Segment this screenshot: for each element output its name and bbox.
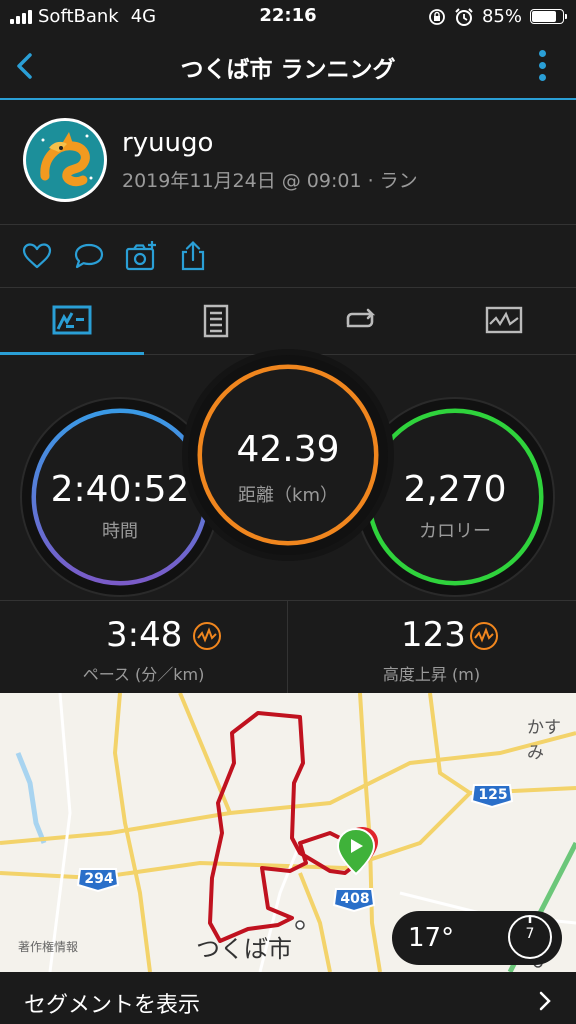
- heart-icon: [22, 243, 52, 269]
- add-photo-icon: [125, 241, 156, 271]
- dragon-avatar-icon: [26, 121, 104, 199]
- show-segments-row[interactable]: セグメントを表示: [0, 972, 576, 1024]
- details-icon: [203, 304, 229, 338]
- alarm-icon: [455, 7, 473, 26]
- route-path: [208, 711, 357, 943]
- tab-bar: [0, 288, 576, 355]
- status-right: 85%: [428, 6, 567, 27]
- tab-stats[interactable]: [0, 288, 144, 355]
- place-label: かすみ: [527, 718, 561, 763]
- calories-label: カロリー: [419, 521, 491, 542]
- battery-icon: [530, 9, 567, 24]
- calories-value: 2,270: [403, 469, 507, 510]
- time-value: 2:40:52: [50, 469, 190, 510]
- poi-dot: [295, 920, 305, 930]
- tab-details[interactable]: [144, 288, 288, 354]
- elevation-chart-icon: [470, 622, 498, 650]
- more-vertical-icon: [532, 50, 552, 81]
- distance-label: 距離（km）: [238, 485, 338, 506]
- route-number-408: 408: [340, 891, 370, 907]
- like-button[interactable]: [20, 239, 54, 273]
- show-segments-label: セグメントを表示: [24, 993, 201, 1018]
- more-menu-button[interactable]: [532, 46, 552, 86]
- temperature-value: 17°: [408, 923, 455, 953]
- elevation-metric[interactable]: 123 高度上昇 (m): [288, 601, 575, 693]
- pace-value: 3:48: [106, 615, 183, 655]
- action-bar: [0, 225, 576, 288]
- chevron-right-icon: [539, 991, 551, 1011]
- elevation-label: 高度上昇 (m): [382, 665, 481, 684]
- time-label: 時間: [102, 521, 138, 542]
- tab-charts[interactable]: [432, 288, 576, 354]
- river: [15, 752, 47, 844]
- wind-speed: 7: [525, 926, 535, 942]
- stats-panel: 2:40:52 時間 2,270 カロリー 42.39 距離（km）: [0, 355, 576, 601]
- nav-bar: つくば市 ランニング: [0, 34, 576, 100]
- tab-laps[interactable]: [288, 288, 432, 354]
- add-photo-button[interactable]: [124, 239, 158, 273]
- avatar[interactable]: [23, 118, 107, 202]
- battery-percent: 85%: [481, 6, 522, 27]
- pace-metric[interactable]: 3:48 ペース (分／km): [0, 601, 287, 693]
- city-label: つくば市: [196, 935, 292, 963]
- pace-label: ペース (分／km): [82, 665, 205, 684]
- metrics-row: 3:48 ペース (分／km) 123 高度上昇 (m): [0, 601, 576, 693]
- route-map[interactable]: 294 408 125 かすみ つくば市 著作権情報 17° 7: [0, 693, 576, 972]
- user-name[interactable]: ryuugo: [122, 128, 213, 158]
- distance-value: 42.39: [236, 429, 340, 470]
- wind-compass-icon: 7: [508, 915, 552, 959]
- stats-icon: [52, 305, 92, 335]
- elevation-value: 123: [401, 615, 466, 655]
- share-button[interactable]: [176, 239, 210, 273]
- distance-ring: 42.39 距離（km）: [188, 355, 388, 555]
- comment-button[interactable]: [72, 239, 106, 273]
- laps-icon: [346, 308, 376, 328]
- route-number-294: 294: [84, 871, 114, 887]
- activity-datetime: 2019年11月24日 @ 09:01 · ラン: [122, 170, 418, 192]
- rotation-lock-icon: [429, 8, 445, 25]
- pace-chart-icon: [193, 622, 221, 650]
- comment-icon: [74, 243, 104, 269]
- route-number-125: 125: [478, 787, 508, 803]
- page-title: つくば市 ランニング: [180, 57, 396, 83]
- charts-icon: [485, 306, 523, 334]
- status-bar: SoftBank 4G 22:16 85%: [0, 0, 576, 34]
- weather-badge[interactable]: 17° 7: [392, 911, 562, 965]
- map-copyright[interactable]: 著作権情報: [18, 938, 78, 955]
- share-icon: [181, 240, 205, 271]
- activity-header: ryuugo 2019年11月24日 @ 09:01 · ラン: [0, 100, 576, 225]
